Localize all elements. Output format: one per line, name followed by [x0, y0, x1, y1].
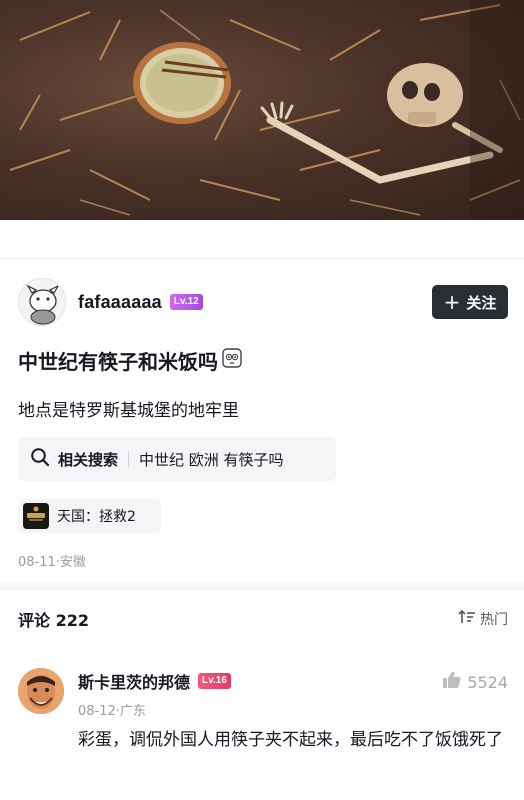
- avatar-drawing-icon: [19, 279, 65, 325]
- divider: [0, 258, 524, 259]
- author-level-badge: Lv.12: [169, 294, 203, 310]
- author-name[interactable]: fafaaaaaa: [78, 292, 162, 313]
- post-meta: 08-11·安徽: [18, 555, 86, 570]
- comment-text: 彩蛋，调侃外国人用筷子夹不起来，最后吃不了饭饿死了: [78, 730, 503, 750]
- flushed-face-icon: [222, 348, 242, 373]
- dungeon-scene-illustration: [9, 0, 524, 220]
- comment-like-button[interactable]: 5524: [442, 670, 508, 694]
- separator: [128, 451, 130, 467]
- post-cover-image[interactable]: [0, 0, 524, 220]
- game-tag-chip[interactable]: 天国：拯救2: [18, 499, 161, 533]
- related-search-label: 相关搜索: [58, 450, 119, 469]
- game-tag-label: 天国：拯救2: [57, 509, 136, 525]
- post-title: 中世纪有筷子和米饭吗: [18, 346, 242, 375]
- follow-label: 关注: [466, 293, 497, 312]
- sort-label: 热门: [480, 612, 508, 628]
- comment-meta: 08-12·广东: [78, 704, 146, 719]
- comment-item: 斯卡里茨的邦德 Lv.16 5524 08-12·广东 彩蛋，调侃外国人用筷子夹…: [18, 668, 508, 798]
- comment-like-count: 5524: [467, 672, 508, 692]
- comments-title: 评论 222: [18, 611, 89, 630]
- follow-button[interactable]: + 关注: [432, 285, 508, 319]
- commenter-avatar[interactable]: [18, 668, 64, 714]
- sort-icon: [458, 609, 476, 629]
- spacer: [0, 220, 524, 258]
- sort-button[interactable]: 热门: [458, 609, 508, 629]
- post-body: 地点是特罗斯基城堡的地牢里: [18, 401, 239, 421]
- related-search-query: 中世纪 欧洲 有筷子吗: [139, 450, 284, 469]
- section-divider: [0, 583, 524, 591]
- commenter-level-badge: Lv.16: [198, 673, 231, 689]
- related-search-chip[interactable]: 相关搜索 中世纪 欧洲 有筷子吗: [18, 437, 336, 481]
- game-logo-icon: [23, 503, 49, 529]
- commenter-name[interactable]: 斯卡里茨的邦德: [78, 669, 190, 693]
- author-avatar[interactable]: [18, 278, 66, 326]
- comment-header: 斯卡里茨的邦德 Lv.16: [78, 668, 231, 694]
- post-title-text: 中世纪有筷子和米饭吗: [18, 350, 218, 374]
- search-icon: [30, 447, 50, 471]
- author-row: fafaaaaaa Lv.12 + 关注: [18, 278, 508, 326]
- comments-header: 评论 222 热门: [18, 607, 508, 631]
- thumbs-up-icon: [442, 670, 462, 694]
- commenter-face-icon: [18, 668, 64, 714]
- plus-icon: +: [443, 290, 461, 314]
